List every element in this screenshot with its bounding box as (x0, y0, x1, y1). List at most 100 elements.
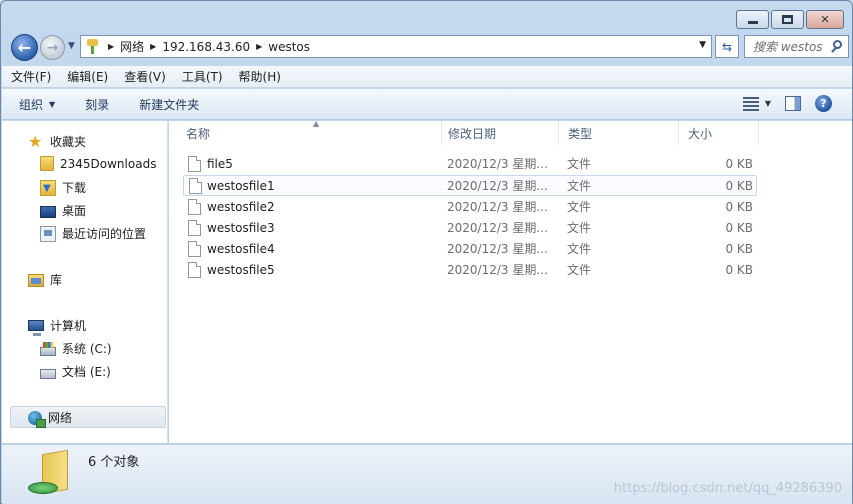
navigation-pane: ★ 收藏夹 2345Downloads 下载 桌面 最近访问的位置 库 计算机 (2, 121, 168, 443)
nav-favorites[interactable]: ★ 收藏夹 (28, 133, 86, 150)
details-pane: 6 个对象 https://blog.csdn.net/qq_49286390 (2, 444, 852, 504)
nav-item-2345downloads[interactable]: 2345Downloads (40, 156, 156, 171)
file-date: 2020/12/3 星期... (447, 179, 548, 193)
table-row[interactable]: westosfile2 2020/12/3 星期... 文件 0 KB (183, 196, 757, 217)
file-type: 文件 (567, 200, 592, 214)
nav-item-label: 桌面 (62, 204, 87, 218)
address-bar[interactable]: ▶ 网络 ▶ 192.168.43.60 ▶ westos ▼ (80, 35, 712, 58)
recent-pages-dropdown[interactable]: ▼ (68, 41, 75, 51)
network-folder-icon (28, 449, 70, 496)
forward-arrow-icon: → (46, 39, 59, 56)
help-icon[interactable]: ? (815, 95, 832, 112)
chevron-down-icon: ▼ (49, 99, 56, 109)
menu-help[interactable]: 帮助(H) (239, 68, 281, 85)
file-icon (188, 198, 201, 215)
nav-item-label: 最近访问的位置 (62, 227, 147, 241)
recent-places-icon (40, 225, 56, 242)
burn-button[interactable]: 刻录 (85, 96, 109, 113)
search-input[interactable]: 搜索 westos (753, 38, 829, 55)
column-header-size[interactable]: 大小 (679, 121, 759, 145)
file-type: 文件 (567, 263, 592, 277)
nav-network-label: 网络 (48, 411, 73, 425)
computer-icon (28, 320, 44, 336)
back-button[interactable]: ← (11, 34, 38, 61)
star-icon: ★ (28, 131, 43, 151)
nav-item-label: 2345Downloads (60, 156, 157, 171)
file-icon (189, 177, 202, 194)
breadcrumb-separator-icon[interactable]: ▶ (108, 42, 114, 51)
file-size: 0 KB (725, 178, 753, 193)
nav-computer[interactable]: 计算机 (28, 317, 86, 336)
table-row[interactable]: westosfile5 2020/12/3 星期... 文件 0 KB (183, 259, 757, 280)
menu-file[interactable]: 文件(F) (11, 68, 51, 85)
nav-drive-c[interactable]: 系统 (C:) (40, 340, 112, 357)
file-size: 0 KB (725, 220, 753, 235)
nav-item-downloads[interactable]: 下载 (40, 179, 86, 196)
file-date: 2020/12/3 星期... (447, 242, 548, 256)
column-header-name[interactable]: 名称 ▲ (177, 119, 442, 145)
file-size: 0 KB (725, 241, 753, 256)
close-button[interactable]: ✕ (806, 10, 844, 29)
drive-icon (40, 368, 56, 379)
file-date: 2020/12/3 星期... (447, 263, 548, 277)
file-type: 文件 (567, 179, 592, 193)
change-view-icon[interactable] (742, 96, 759, 111)
column-header-label: 类型 (568, 126, 593, 141)
network-location-icon (87, 39, 98, 54)
forward-button[interactable]: → (40, 35, 65, 60)
breadcrumb-network[interactable]: 网络 (120, 38, 144, 55)
nav-libraries[interactable]: 库 (28, 271, 62, 288)
file-date: 2020/12/3 星期... (447, 200, 548, 214)
search-icon[interactable] (829, 39, 845, 55)
toolbar-right-group: ▼ ? (742, 95, 832, 112)
column-header-label: 修改日期 (448, 126, 497, 141)
nav-drive-label: 文档 (E:) (62, 365, 111, 379)
menu-edit[interactable]: 编辑(E) (67, 68, 108, 85)
sort-ascending-icon: ▲ (313, 119, 320, 128)
file-type: 文件 (567, 221, 592, 235)
breadcrumb-separator-icon[interactable]: ▶ (150, 42, 156, 51)
nav-favorites-label: 收藏夹 (50, 135, 87, 149)
libraries-icon (28, 274, 44, 287)
menu-view[interactable]: 查看(V) (124, 68, 166, 85)
table-row[interactable]: westosfile3 2020/12/3 星期... 文件 0 KB (183, 217, 757, 238)
table-row[interactable]: westosfile1 2020/12/3 星期... 文件 0 KB (183, 175, 757, 196)
table-row[interactable]: westosfile4 2020/12/3 星期... 文件 0 KB (183, 238, 757, 259)
new-folder-button[interactable]: 新建文件夹 (139, 96, 199, 113)
menu-tools[interactable]: 工具(T) (182, 68, 223, 85)
item-count: 6 个对象 (88, 455, 140, 470)
file-name: westosfile5 (207, 262, 275, 277)
file-type: 文件 (567, 157, 592, 171)
maximize-button[interactable] (771, 10, 804, 29)
preview-pane-icon[interactable] (785, 96, 801, 111)
file-name: westosfile2 (207, 199, 275, 214)
file-size: 0 KB (725, 262, 753, 277)
close-icon: ✕ (820, 13, 830, 26)
table-row[interactable]: file5 2020/12/3 星期... 文件 0 KB (183, 153, 757, 174)
column-header-label: 大小 (688, 126, 713, 141)
minimize-button[interactable] (736, 10, 769, 29)
file-size: 0 KB (725, 199, 753, 214)
address-dropdown-icon[interactable]: ▼ (699, 40, 706, 50)
column-header-type[interactable]: 类型 (559, 121, 679, 145)
breadcrumb-share[interactable]: westos (268, 40, 310, 54)
nav-drive-e[interactable]: 文档 (E:) (40, 363, 111, 380)
breadcrumb-separator-icon[interactable]: ▶ (256, 42, 262, 51)
explorer-window: ✕ ← → ▼ ▶ 网络 ▶ 192.168.43.60 ▶ westos ▼ … (0, 0, 853, 504)
nav-item-recent-places[interactable]: 最近访问的位置 (40, 225, 146, 242)
caption-buttons: ✕ (736, 10, 844, 29)
organize-button[interactable]: 组织 ▼ (19, 96, 55, 113)
file-icon (188, 261, 201, 278)
organize-label: 组织 (19, 97, 44, 112)
file-date: 2020/12/3 星期... (447, 157, 548, 171)
nav-item-desktop[interactable]: 桌面 (40, 202, 86, 219)
downloads-folder-icon (40, 179, 56, 196)
file-name: westosfile3 (207, 220, 275, 235)
nav-item-label: 下载 (62, 181, 87, 195)
view-options-dropdown[interactable]: ▼ (765, 99, 771, 108)
refresh-button[interactable]: ⇆ (715, 35, 739, 58)
breadcrumb-host[interactable]: 192.168.43.60 (162, 40, 250, 54)
search-box[interactable]: 搜索 westos (744, 35, 849, 58)
nav-network[interactable]: 网络 (28, 409, 73, 428)
column-header-date[interactable]: 修改日期 (439, 121, 559, 145)
